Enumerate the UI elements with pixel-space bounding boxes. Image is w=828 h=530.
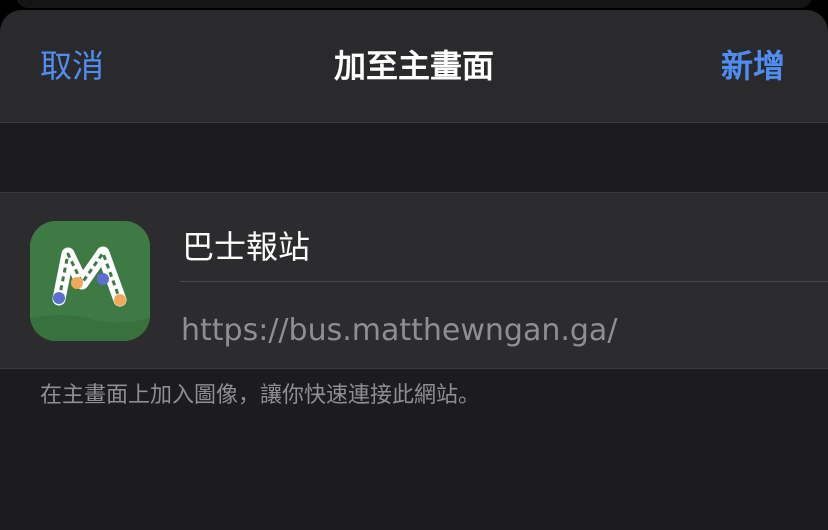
bus-stop-dot-icon [97,273,109,285]
page-title: 加至主畫面 [333,47,494,85]
field-divider [180,281,828,282]
bus-stop-dot-icon [71,277,83,289]
app-icon [30,221,150,341]
shortcut-name-field[interactable] [180,209,828,281]
add-to-home-screen-sheet: 取消 加至主畫面 新增 https://bus.matthewngan.ga/ … [0,10,828,530]
section-spacer [0,123,828,192]
navigation-bar: 取消 加至主畫面 新增 [0,10,828,123]
background-sheet [0,0,828,10]
shortcut-card: https://bus.matthewngan.ga/ [0,192,828,369]
shortcut-url: https://bus.matthewngan.ga/ [181,313,618,348]
footnote-text: 在主畫面上加入圖像，讓你快速連接此網站。 [40,383,481,408]
bus-stop-dot-icon [114,294,126,306]
add-button[interactable]: 新增 [721,46,785,86]
bus-route-m-icon [30,221,150,341]
background-sheet-edge [16,0,812,8]
bus-stop-dot-icon [53,292,65,304]
